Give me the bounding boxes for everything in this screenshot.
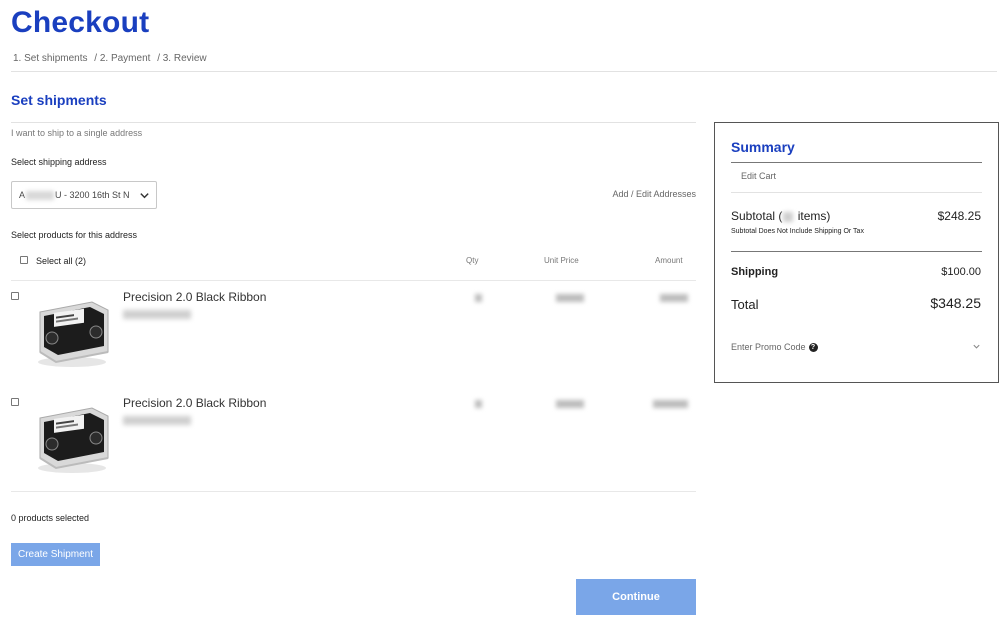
single-address-link[interactable]: I want to ship to a single address [11,128,142,138]
qty-column-header: Qty [466,256,479,265]
total-value: $348.25 [930,295,981,311]
help-icon[interactable]: ? [808,342,818,352]
product-sku-redacted [123,310,191,319]
product-checkbox-2[interactable] [11,398,19,406]
subtotal-note: Subtotal Does Not Include Shipping Or Ta… [731,228,864,235]
breadcrumb: 1. Set shipments / 2. Payment / 3. Revie… [13,53,211,64]
summary-divider [731,162,982,163]
product-checkbox-1[interactable] [11,292,19,300]
breadcrumb-step-3[interactable]: / 3. Review [157,53,206,64]
address-suffix: U - 3200 16th St N [55,190,130,200]
select-all-checkbox[interactable] [20,256,28,264]
breadcrumb-step-1[interactable]: 1. Set shipments [13,53,87,64]
summary-title: Summary [731,139,795,155]
product-amount-redacted [653,400,688,408]
total-label: Total [731,297,759,312]
edit-cart-link[interactable]: Edit Cart [741,171,776,181]
address-redacted [26,190,55,200]
list-divider [11,280,696,281]
subtotal-value: $248.25 [937,209,981,223]
page-title: Checkout [11,6,150,39]
product-name[interactable]: Precision 2.0 Black Ribbon [123,290,266,304]
select-all-label[interactable]: Select all (2) [36,256,86,266]
breadcrumb-step-2[interactable]: / 2. Payment [94,53,150,64]
product-amount-redacted [660,294,688,302]
continue-button[interactable]: Continue [576,579,696,615]
product-unit-price-redacted [556,294,584,302]
chevron-down-icon[interactable] [972,342,981,351]
product-sku-redacted [123,416,191,425]
shipping-value: $100.00 [941,266,981,278]
shipping-label: Shipping [731,266,779,278]
unit-price-column-header: Unit Price [544,256,579,265]
create-shipment-button[interactable]: Create Shipment [11,543,100,566]
product-qty-redacted [475,400,482,408]
product-name[interactable]: Precision 2.0 Black Ribbon [123,396,266,410]
amount-column-header: Amount [655,256,683,265]
subtotal-label: Subtotal ( items) [731,209,831,223]
section-title: Set shipments [11,92,107,108]
product-thumbnail [38,301,109,367]
address-select[interactable]: A U - 3200 16th St N [11,181,157,209]
select-products-label: Select products for this address [11,230,138,240]
address-prefix: A [19,190,26,200]
product-thumbnail [38,407,109,473]
product-unit-price-redacted [556,400,584,408]
product-qty-redacted [475,294,482,302]
item-count-redacted [783,211,794,222]
select-address-label: Select shipping address [11,157,107,167]
section-divider [11,122,696,123]
summary-divider [731,251,982,252]
chevron-down-icon [140,193,149,199]
promo-code-label: Enter Promo Code [731,342,806,352]
add-edit-addresses-link[interactable]: Add / Edit Addresses [612,189,696,199]
summary-divider [731,192,982,193]
promo-code-toggle[interactable]: Enter Promo Code ? [731,342,818,352]
list-divider [11,491,696,492]
selected-count: 0 products selected [11,513,90,523]
header-divider [11,71,997,72]
